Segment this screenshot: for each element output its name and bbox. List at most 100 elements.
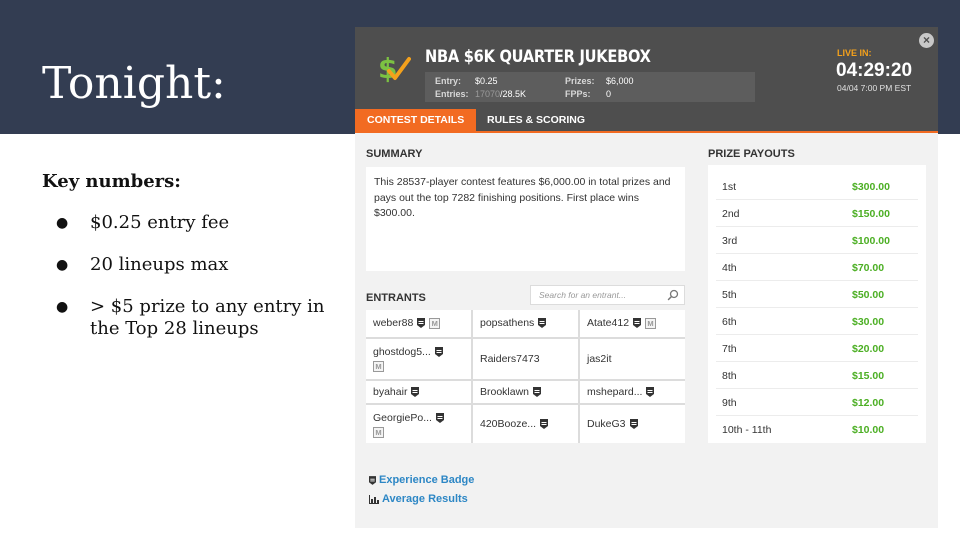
payout-amount: $10.00 [852,424,885,436]
payout-amount: $100.00 [852,235,890,247]
entries-label: Entries: [435,89,469,99]
contest-title: NBA $6K QUARTER JUKEBOX [425,47,651,67]
bullet-dot-icon: ● [56,299,69,315]
payout-row: 8th $15.00 [716,362,918,389]
entrant-cell[interactable]: Brooklawn [473,381,578,403]
experience-badge-icon [434,347,443,358]
entrant-cell[interactable]: mshepard... [580,381,685,403]
experience-badge-icon [540,419,549,430]
experience-badge-icon [411,387,420,398]
entries-row: Entries: 17070/28.5K [435,89,526,99]
entrant-cell[interactable]: DukeG3 [580,405,685,443]
experience-badge-icon [646,387,655,398]
payout-place: 4th [722,262,737,274]
experience-badge-link[interactable]: Experience Badge [379,474,474,486]
bullet-dot-icon: ● [56,257,69,273]
payout-place: 8th [722,370,737,382]
entrant-name: jas2it [587,353,612,365]
tab-bar: CONTEST DETAILS RULES & SCORING [355,109,938,133]
average-results-link[interactable]: Average Results [382,493,468,505]
countdown-timer: 04:29:20 [836,60,913,81]
fpps-row: FPPs: 0 [565,89,611,99]
entrant-cell[interactable]: weber88 M [366,310,471,337]
payout-amount: $50.00 [852,289,885,301]
prizes-value: $6,000 [606,76,634,86]
entrant-name: ghostdog5... [373,346,431,358]
entrant-cell[interactable]: popsathens [473,310,578,337]
entrant-cell[interactable]: byahair [366,381,471,403]
entrant-cell[interactable]: GeorgiePo... M [366,405,471,443]
m-badge-icon: M [645,317,657,329]
experience-badge-legend[interactable]: Experience Badge [369,474,474,486]
search-placeholder: Search for an entrant... [539,290,626,300]
experience-badge-icon [533,387,542,398]
payout-row: 6th $30.00 [716,308,918,335]
close-button[interactable]: × [919,33,934,48]
entrant-search-input[interactable]: Search for an entrant... [530,285,685,305]
key-numbers-heading: Key numbers: [42,171,181,192]
entrant-cell[interactable]: Atate412 M [580,310,685,337]
tab-rules-scoring[interactable]: RULES & SCORING [475,109,597,131]
bullet-dot-icon: ● [56,215,69,231]
summary-text: This 28537-player contest features $6,00… [366,167,685,271]
payout-amount: $30.00 [852,316,885,328]
payout-amount: $70.00 [852,262,885,274]
entrant-name: 420Booze... [480,418,537,430]
payout-row: 5th $50.00 [716,281,918,308]
entrant-cell[interactable]: jas2it [580,339,685,379]
contest-widget: $ NBA $6K QUARTER JUKEBOX Entry: $0.25 En… [355,27,938,528]
entry-label: Entry: [435,76,462,86]
entrants-heading: ENTRANTS [366,292,426,304]
payout-amount: $12.00 [852,397,885,409]
entrant-cell[interactable]: ghostdog5... M [366,339,471,379]
experience-badge-icon [417,318,426,329]
experience-badge-icon [369,475,376,485]
entrant-name: GeorgiePo... [373,412,432,424]
payout-place: 5th [722,289,737,301]
m-badge-icon: M [429,317,441,329]
prize-payouts-heading: PRIZE PAYOUTS [708,148,795,160]
slide-title: Tonight: [42,58,226,109]
experience-badge-icon [435,413,444,424]
entry-fee-row: Entry: $0.25 [435,76,498,86]
payout-row: 9th $12.00 [716,389,918,416]
entrant-name: Brooklawn [480,386,530,398]
entrant-cell[interactable]: 420Booze... [473,405,578,443]
payout-row: 1st $300.00 [716,173,918,200]
experience-badge-icon [538,318,547,329]
svg-text:$: $ [378,52,397,85]
payout-row: 3rd $100.00 [716,227,918,254]
bullet-item: ● 20 lineups max [42,254,342,276]
bullet-item: ● $0.25 entry fee [42,212,342,234]
bullet-text: > $5 prize to any entry in the Top 28 li… [90,296,325,339]
m-badge-icon: M [373,426,384,438]
entry-value: $0.25 [475,76,498,86]
dollar-check-logo-icon: $ [378,52,411,85]
entrant-name: Atate412 [587,317,630,329]
payout-place: 9th [722,397,737,409]
payout-place: 2nd [722,208,740,220]
fpps-value: 0 [606,89,612,99]
entrant-name: weber88 [373,317,414,329]
m-badge-icon: M [373,360,384,372]
entrant-name: byahair [373,386,408,398]
payout-place: 6th [722,316,737,328]
bullet-text: $0.25 entry fee [90,212,230,233]
search-icon[interactable] [667,289,679,301]
key-numbers-list: ● $0.25 entry fee ● 20 lineups max ● > $5 p… [42,212,342,360]
entrant-cell[interactable]: Raiders7473 [473,339,578,379]
payout-place: 3rd [722,235,738,247]
payout-amount: $150.00 [852,208,890,220]
average-results-legend[interactable]: Average Results [369,493,468,505]
payout-row: 10th - 11th $10.00 [716,416,918,443]
tab-contest-details[interactable]: CONTEST DETAILS [355,109,477,131]
payout-row: 4th $70.00 [716,254,918,281]
entrant-name: popsathens [480,317,535,329]
entrants-grid: weber88 M popsathens Atate412 M ghostdog5.… [366,310,685,443]
entrant-name: DukeG3 [587,418,626,430]
payout-place: 10th - 11th [722,424,772,436]
experience-badge-icon [629,419,638,430]
prize-payouts-table: 1st $300.00 2nd $150.00 3rd $100.00 4th $70.… [708,165,926,443]
prizes-row: Prizes: $6,000 [565,76,634,86]
start-time: 04/04 7:00 PM EST [837,83,912,93]
